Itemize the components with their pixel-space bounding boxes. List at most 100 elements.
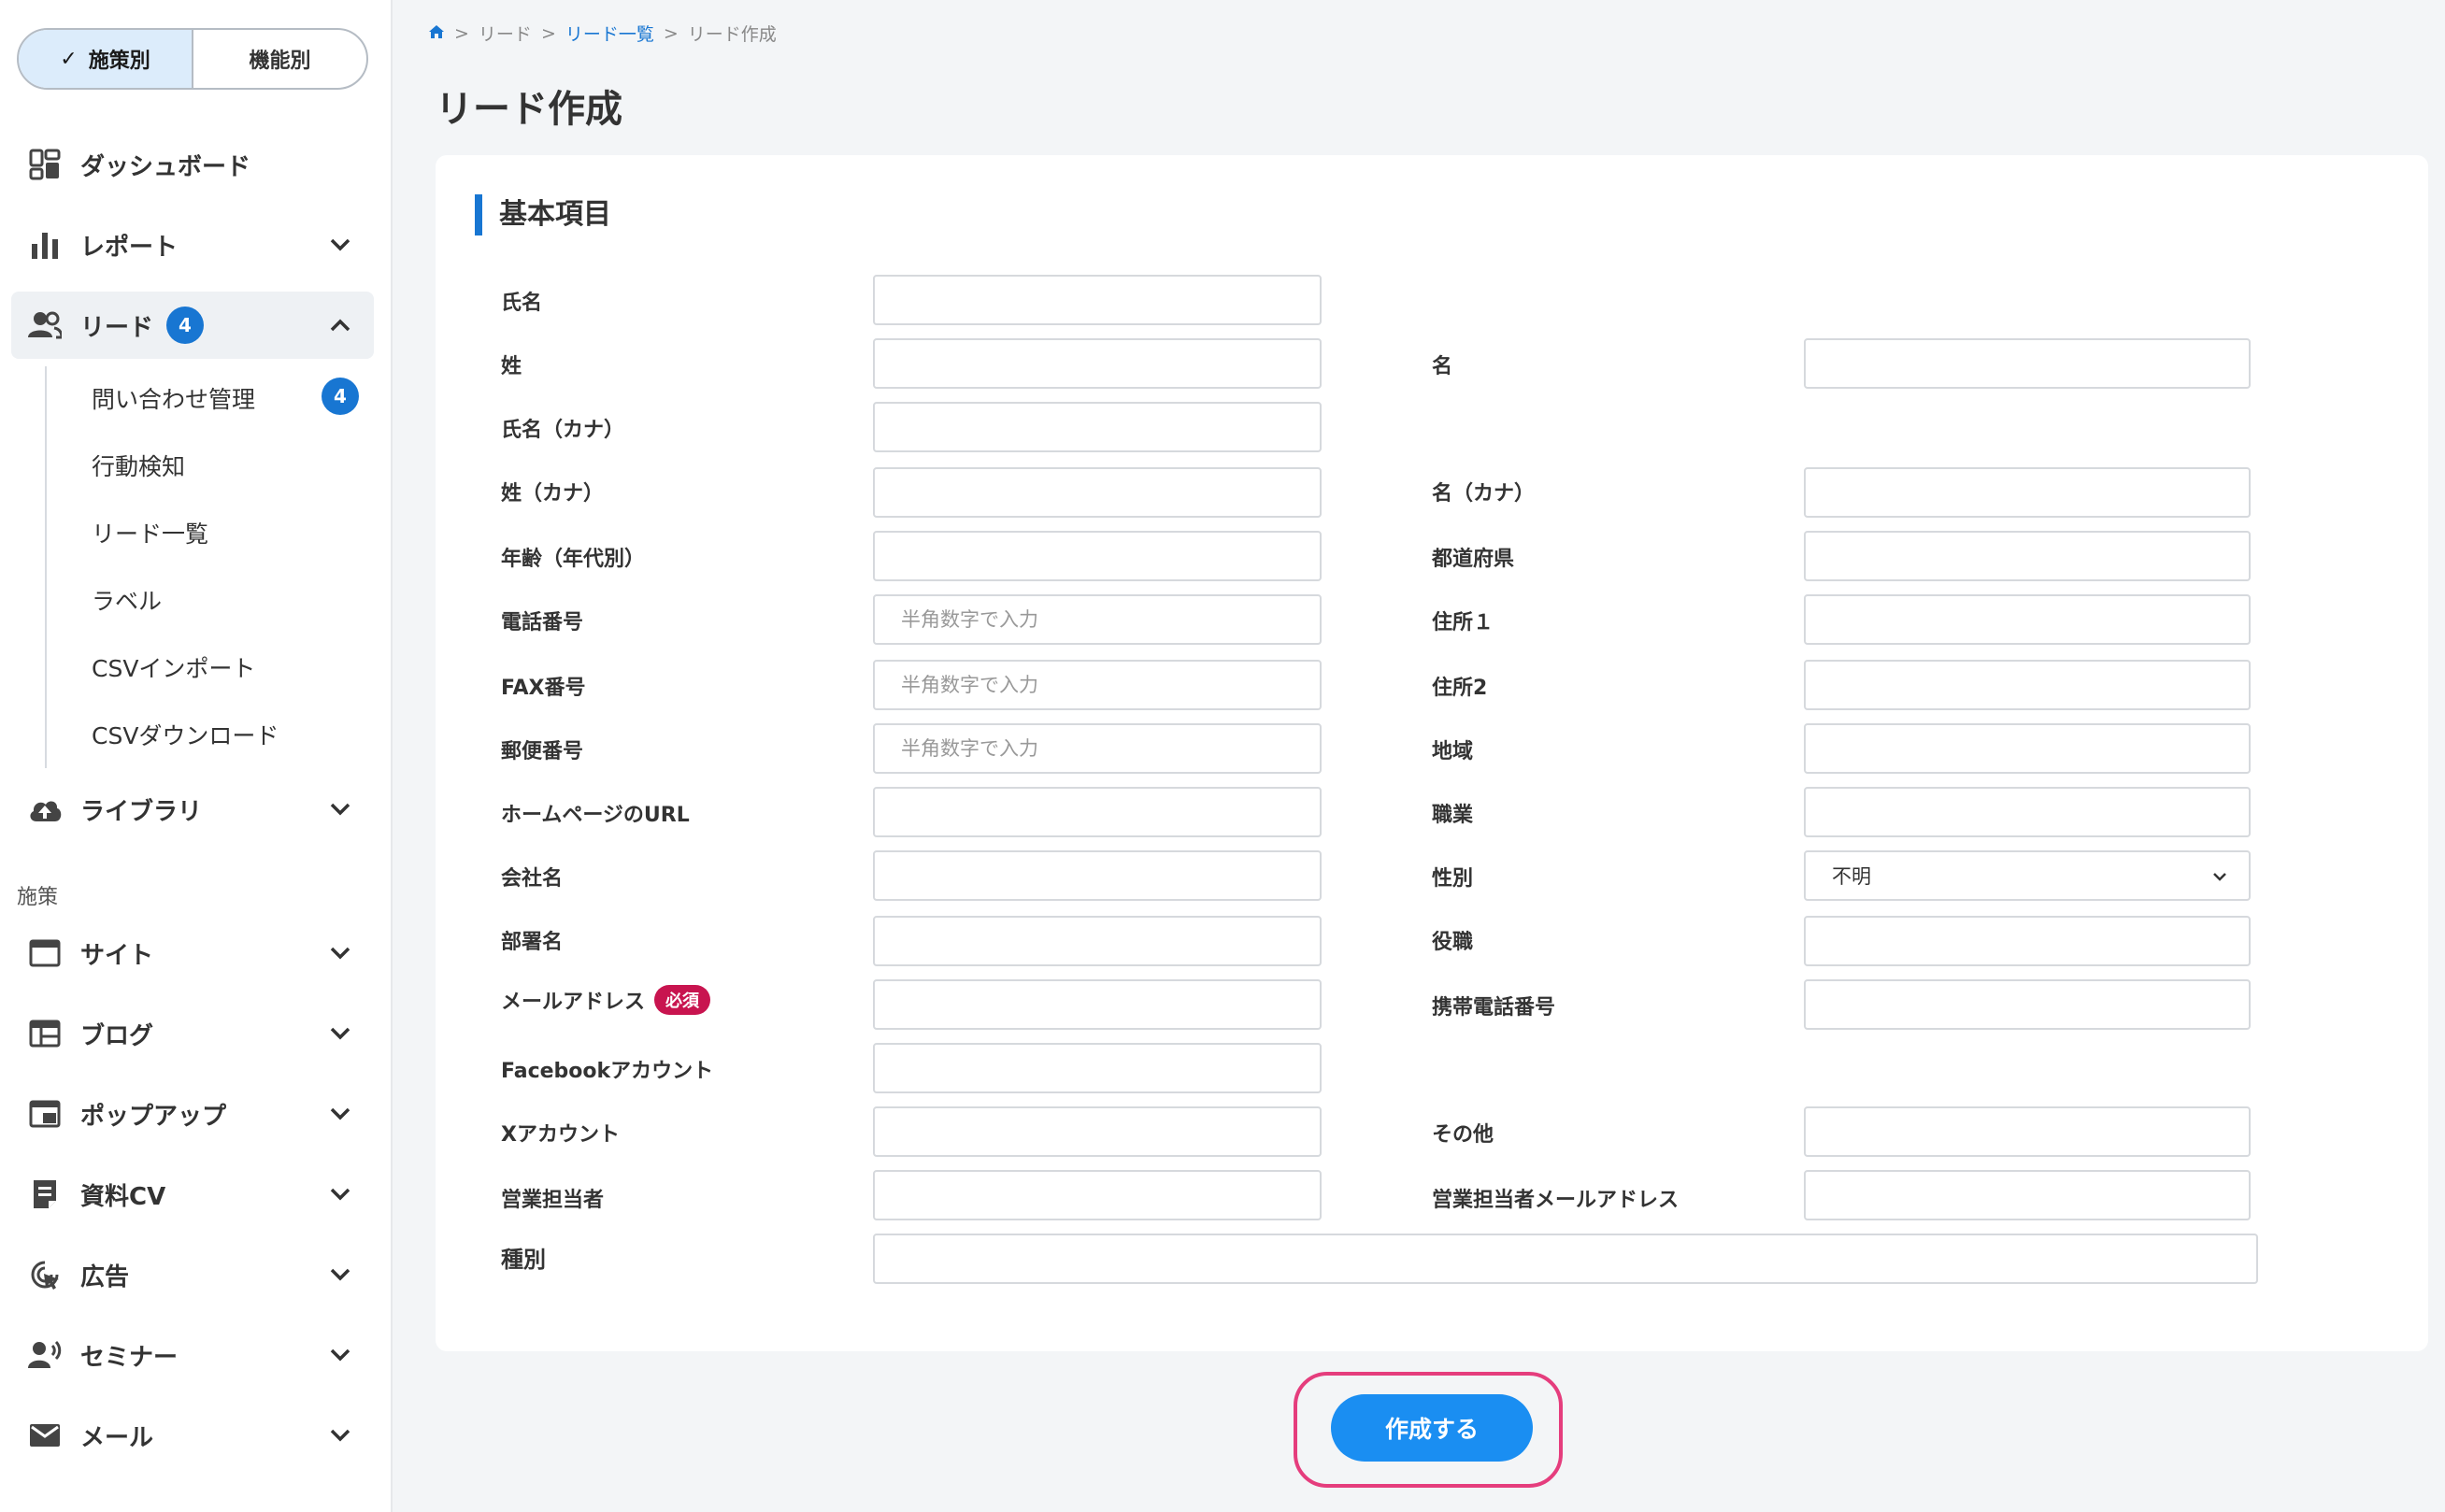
last-name-kana-label: 姓（カナ） [501, 482, 605, 506]
company-label: 会社名 [501, 867, 564, 891]
prefecture-input[interactable] [1804, 531, 2251, 581]
sidebar-item-dashboard[interactable]: ダッシュボード [11, 131, 374, 198]
dashboard-icon [28, 148, 62, 181]
sidebar-item-blog[interactable]: ブログ [11, 1000, 374, 1067]
breadcrumb-separator: > [663, 22, 679, 44]
toggle-by-function[interactable]: 機能別 [193, 30, 366, 88]
cloud-upload-icon [28, 792, 62, 826]
submenu-item-behavior-detection[interactable]: 行動検知 [92, 449, 185, 482]
submenu-item-labels[interactable]: ラベル [92, 583, 162, 617]
sidebar-item-document-cv[interactable]: 資料CV [11, 1161, 374, 1228]
sidebar-item-label: セミナー [80, 1343, 179, 1372]
gender-select[interactable]: 不明 [1804, 850, 2251, 901]
mobile-input[interactable] [1804, 979, 2251, 1030]
fax-input[interactable] [873, 660, 1322, 710]
document-icon [28, 1177, 62, 1211]
sidebar-item-label: サイト [80, 941, 154, 970]
submenu-item-inquiries[interactable]: 問い合わせ管理 [92, 381, 255, 415]
chevron-down-icon [2211, 865, 2228, 888]
mobile-label: 携帯電話番号 [1432, 996, 1556, 1020]
sidebar-section-label: 施策 [17, 886, 59, 909]
category-input[interactable] [873, 1234, 2258, 1284]
phone-input[interactable] [873, 594, 1322, 645]
breadcrumb-item-lead-list[interactable]: リード一覧 [565, 21, 654, 46]
chevron-down-icon [327, 1181, 353, 1207]
address2-input[interactable] [1804, 660, 2251, 710]
region-label: 地域 [1432, 740, 1474, 763]
sales-rep-email-input[interactable] [1804, 1170, 2251, 1220]
sales-rep-email-label: 営業担当者メールアドレス [1432, 1189, 1680, 1212]
last-name-label: 姓 [501, 355, 522, 378]
page-title: リード作成 [436, 88, 622, 131]
address1-label: 住所１ [1432, 611, 1494, 635]
email-label-text: メールアドレス [501, 991, 646, 1014]
sidebar-item-report[interactable]: レポート [11, 211, 374, 278]
first-name-label: 名 [1432, 355, 1453, 378]
breadcrumb-separator: > [454, 22, 469, 44]
occupation-input[interactable] [1804, 787, 2251, 837]
age-label: 年齢（年代別） [501, 548, 646, 571]
last-name-kana-input[interactable] [873, 467, 1322, 518]
sidebar-item-label: リード [80, 313, 154, 342]
facebook-input[interactable] [873, 1043, 1322, 1093]
sidebar-item-label: ライブラリ [80, 797, 203, 826]
full-name-input[interactable] [873, 275, 1322, 325]
address1-input[interactable] [1804, 594, 2251, 645]
x-account-input[interactable] [873, 1106, 1322, 1157]
full-name-kana-input[interactable] [873, 402, 1322, 452]
other-input[interactable] [1804, 1106, 2251, 1157]
submenu-item-csv-download[interactable]: CSVダウンロード [92, 718, 279, 751]
required-badge: 必須 [654, 985, 711, 1015]
email-label: メールアドレス 必須 [501, 985, 711, 1015]
sidebar-item-label: ブログ [80, 1021, 154, 1050]
browser-window-icon [28, 936, 62, 970]
first-name-kana-input[interactable] [1804, 467, 2251, 518]
region-input[interactable] [1804, 723, 2251, 774]
sidebar-item-lead[interactable]: リード 4 [11, 292, 374, 359]
first-name-input[interactable] [1804, 338, 2251, 389]
sidebar-item-label: ダッシュボード [80, 152, 251, 181]
homepage-url-input[interactable] [873, 787, 1322, 837]
sidebar-item-library[interactable]: ライブラリ [11, 776, 374, 843]
prefecture-label: 都道府県 [1432, 548, 1515, 571]
facebook-label: Facebookアカウント [501, 1060, 714, 1083]
company-input[interactable] [873, 850, 1322, 901]
chevron-down-icon [327, 1101, 353, 1127]
postal-code-input[interactable] [873, 723, 1322, 774]
submenu-item-csv-import[interactable]: CSVインポート [92, 650, 255, 684]
email-input[interactable] [873, 979, 1322, 1030]
toggle-by-measure[interactable]: ✓ 施策別 [19, 30, 193, 88]
sidebar-item-label: レポート [80, 233, 179, 262]
chevron-down-icon [327, 940, 353, 966]
envelope-icon [28, 1419, 62, 1452]
sidebar-item-label: ポップアップ [80, 1102, 227, 1131]
speaker-person-icon [28, 1338, 62, 1372]
submenu-item-lead-list[interactable]: リード一覧 [92, 516, 208, 549]
chevron-down-icon [327, 1262, 353, 1288]
category-label: 種別 [501, 1247, 546, 1273]
fax-label: FAX番号 [501, 677, 586, 700]
sidebar-item-ads[interactable]: 広告 [11, 1241, 374, 1308]
last-name-input[interactable] [873, 338, 1322, 389]
submenu-divider [45, 366, 47, 768]
gender-selected-value: 不明 [1832, 865, 1871, 888]
phone-label: 電話番号 [501, 611, 584, 635]
age-input[interactable] [873, 531, 1322, 581]
target-cursor-icon [28, 1258, 62, 1291]
position-input[interactable] [1804, 916, 2251, 966]
home-icon[interactable] [428, 23, 445, 44]
department-input[interactable] [873, 916, 1322, 966]
popup-icon [28, 1097, 62, 1131]
sidebar-item-mail[interactable]: メール [11, 1402, 374, 1469]
homepage-url-label: ホームページのURL [501, 804, 690, 827]
chevron-down-icon [327, 1342, 353, 1368]
sidebar-item-popup[interactable]: ポップアップ [11, 1080, 374, 1148]
create-button[interactable]: 作成する [1331, 1394, 1533, 1462]
toggle-by-function-label: 機能別 [249, 50, 311, 73]
sidebar-item-label: メール [80, 1423, 154, 1452]
sidebar-item-label: 資料CV [80, 1182, 166, 1211]
sidebar-item-seminar[interactable]: セミナー [11, 1321, 374, 1389]
sidebar-item-site[interactable]: サイト [11, 920, 374, 987]
chevron-up-icon [327, 312, 353, 338]
sales-rep-input[interactable] [873, 1170, 1322, 1220]
